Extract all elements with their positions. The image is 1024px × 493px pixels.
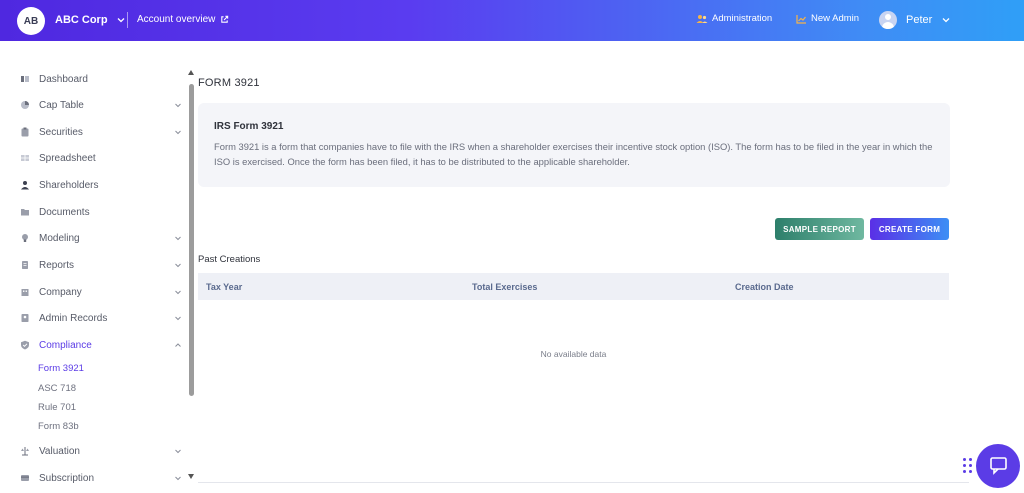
sidebar: Dashboard Cap Table Securities Spreadsheet S… [0,41,190,493]
sidebar-item-label: Cap Table [39,99,84,111]
sidebar-item-reports[interactable]: Reports [20,255,182,275]
chevron-down-icon [942,18,950,23]
administration-label: Administration [712,13,773,24]
chevron-down-icon [175,316,181,321]
top-bar: AB ABC Corp Account overview Administrat… [0,0,1024,41]
sidebar-item-modeling[interactable]: Modeling [20,228,182,248]
chevron-down-icon [175,476,181,481]
sidebar-item-compliance[interactable]: Compliance [20,335,182,355]
company-switcher[interactable]: ABC Corp [55,14,126,26]
person-icon [20,180,30,190]
info-text: Form 3921 is a form that companies have … [214,141,933,167]
clipboard-icon [20,127,30,137]
report-icon [20,260,30,270]
column-header-tax-year[interactable]: Tax Year [206,282,242,292]
grip-dots-icon[interactable] [963,458,973,474]
building-icon [20,287,30,297]
user-avatar-icon [879,11,897,29]
sidebar-item-label: Subscription [39,472,95,484]
sidebar-item-label: Compliance [39,339,92,351]
user-name: Peter [906,14,933,26]
past-creations-label: Past Creations [198,254,261,265]
empty-table-message: No available data [540,349,607,359]
info-card: IRS Form 3921 Form 3921 is a form that c… [198,103,950,187]
sidebar-item-label: Spreadsheet [39,152,96,164]
chevron-down-icon [175,103,181,108]
sidebar-item-label: Modeling [39,232,80,244]
create-form-button[interactable]: CREATE FORM [870,218,949,240]
company-name: ABC Corp [55,14,108,26]
sample-report-button[interactable]: SAMPLE REPORT [775,218,864,240]
user-menu[interactable]: Peter [879,11,951,29]
column-header-total-exercises[interactable]: Total Exercises [472,282,537,292]
chat-bubble-icon [990,457,1007,475]
sidebar-item-securities[interactable]: Securities [20,122,182,142]
scroll-down-arrow[interactable] [188,474,194,479]
new-admin-link[interactable]: New Admin [796,13,859,24]
chat-button[interactable] [976,444,1020,488]
account-overview-label: Account overview [137,14,216,25]
sidebar-item-dashboard[interactable]: Dashboard [20,69,182,89]
header-divider [127,12,128,28]
grid-icon [20,153,30,163]
subscription-icon [20,473,30,483]
administration-link[interactable]: Administration [696,13,772,24]
admin-users-icon [696,14,708,23]
external-link-icon [221,15,229,23]
chevron-up-icon [175,343,181,347]
table-header: Tax Year Total Exercises Creation Date [198,273,949,300]
dashboard-icon [20,74,30,84]
chevron-down-icon [117,18,125,23]
page-title: FORM 3921 [198,77,260,89]
sidebar-subitem-form-83b[interactable]: Form 83b [38,421,79,432]
info-heading: IRS Form 3921 [214,121,284,132]
chevron-down-icon [175,290,181,295]
sidebar-subitem-form-3921[interactable]: Form 3921 [38,363,84,374]
chevron-down-icon [175,130,181,135]
sidebar-subitem-rule-701[interactable]: Rule 701 [38,402,76,413]
sidebar-item-label: Documents [39,206,90,218]
account-overview-link[interactable]: Account overview [137,14,229,25]
sidebar-subitem-asc-718[interactable]: ASC 718 [38,383,76,394]
sidebar-item-cap-table[interactable]: Cap Table [20,95,182,115]
new-admin-label: New Admin [811,13,860,24]
sidebar-item-valuation[interactable]: Valuation [20,441,182,461]
sidebar-item-shareholders[interactable]: Shareholders [20,175,182,195]
lightbulb-icon [20,233,30,243]
folder-icon [20,207,30,217]
shield-check-icon [20,340,30,350]
sidebar-item-label: Company [39,286,82,298]
sidebar-item-label: Valuation [39,445,80,457]
sidebar-item-admin-records[interactable]: Admin Records [20,308,182,328]
divider [198,482,969,483]
pie-chart-icon [20,100,30,110]
sidebar-item-documents[interactable]: Documents [20,202,182,222]
sidebar-item-subscription[interactable]: Subscription [20,468,182,488]
sidebar-item-company[interactable]: Company [20,282,182,302]
column-header-creation-date[interactable]: Creation Date [735,282,794,292]
sidebar-item-label: Securities [39,126,83,138]
company-avatar[interactable]: AB [17,7,45,35]
chevron-down-icon [175,449,181,454]
sidebar-item-label: Admin Records [39,312,108,324]
chart-icon [796,14,806,24]
sidebar-item-label: Shareholders [39,179,99,191]
chevron-down-icon [175,263,181,268]
chevron-down-icon [175,236,181,241]
sidebar-scrollbar-thumb[interactable] [189,84,194,396]
scale-icon [20,446,30,456]
records-icon [20,313,30,323]
sidebar-item-label: Reports [39,259,75,271]
scroll-up-arrow[interactable] [188,70,194,75]
sidebar-item-label: Dashboard [39,73,88,85]
sidebar-item-spreadsheet[interactable]: Spreadsheet [20,148,182,168]
